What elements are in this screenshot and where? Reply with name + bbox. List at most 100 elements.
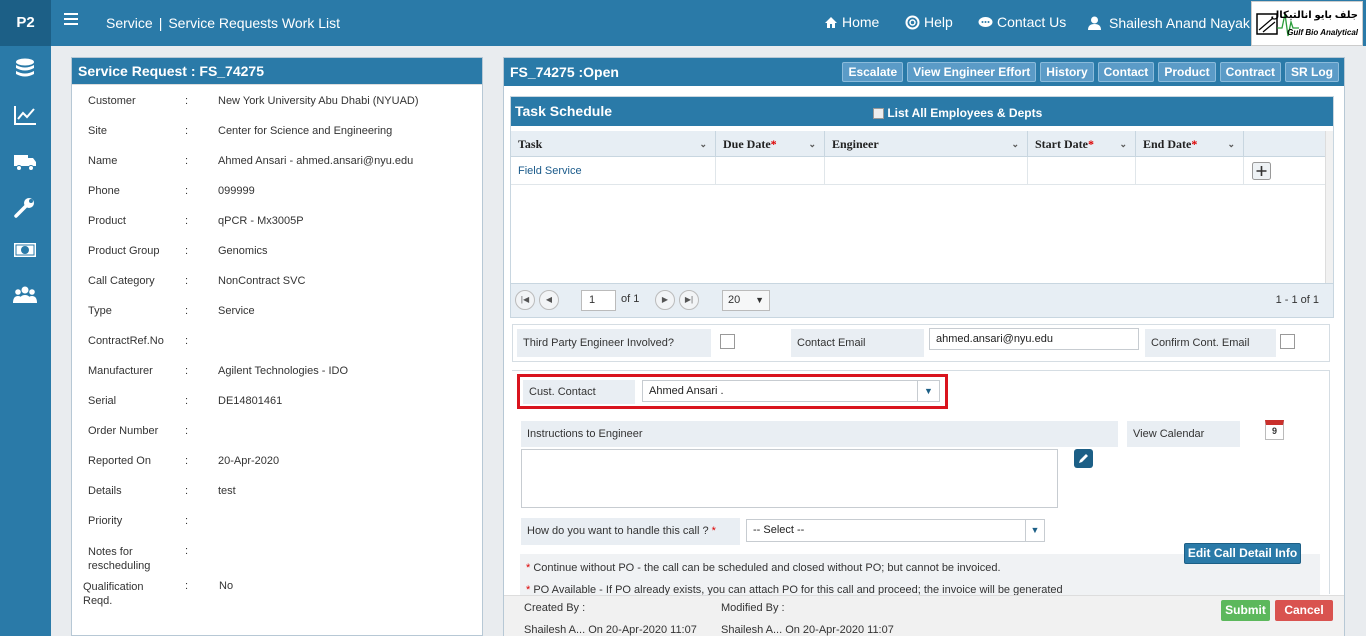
field-value: Genomics	[218, 245, 268, 257]
previous-page-icon[interactable]: ◀	[539, 290, 559, 310]
edit-instructions-button[interactable]	[1074, 449, 1093, 468]
list-all-checkbox[interactable]	[873, 108, 884, 120]
created-by-label: Created By :	[524, 602, 586, 614]
field-colon: :	[185, 275, 189, 287]
column-task[interactable]: Task ⌄	[511, 131, 716, 157]
page-size-select[interactable]: 20 ▼	[722, 290, 770, 311]
cancel-button[interactable]: Cancel	[1275, 600, 1333, 621]
engineer-cell[interactable]	[825, 157, 1028, 185]
instructions-textarea[interactable]	[521, 449, 1058, 508]
pencil-icon	[1079, 454, 1088, 463]
list-all-employees-toggle[interactable]: List All Employees & Depts	[873, 99, 1042, 127]
home-link[interactable]: Home	[824, 14, 879, 30]
contact-confirmation-row: Third Party Engineer Involved? Contact E…	[512, 324, 1330, 362]
contact-button[interactable]: Contact	[1097, 62, 1155, 82]
cust-contact-select[interactable]: Ahmed Ansari . ▼	[642, 380, 940, 402]
money-icon[interactable]	[13, 239, 37, 261]
chevron-down-icon[interactable]: ⌄	[808, 131, 816, 157]
field-value: Center for Science and Engineering	[218, 125, 393, 137]
company-logo: جلف بايو انالتيكال Gulf Bio Analytical	[1251, 1, 1363, 46]
page-number-input[interactable]: 1	[581, 290, 616, 311]
column-label: Start Date	[1035, 137, 1088, 151]
column-end-date[interactable]: End Date* ⌄	[1136, 131, 1244, 157]
line-chart-icon[interactable]	[13, 104, 37, 126]
cust-contact-label: Cust. Contact	[523, 380, 635, 404]
edit-call-detail-button[interactable]: Edit Call Detail Info	[1184, 543, 1301, 564]
field-label: Order Number	[88, 425, 159, 437]
service-request-panel: Service Request : FS_74275 Customer: New …	[71, 57, 483, 636]
third-party-checkbox[interactable]	[720, 334, 735, 349]
chevron-down-icon[interactable]: ⌄	[699, 131, 707, 157]
calendar-icon[interactable]: 9	[1265, 420, 1284, 440]
field-label: Serial	[88, 395, 117, 407]
users-group-icon[interactable]	[13, 284, 37, 306]
field-value: No	[219, 580, 234, 592]
end-date-cell[interactable]	[1136, 157, 1244, 185]
cust-contact-value: Ahmed Ansari .	[649, 385, 724, 397]
field-colon: :	[185, 95, 189, 107]
field-label: Site	[88, 125, 107, 137]
field-value: 20-Apr-2020	[218, 455, 280, 467]
handle-call-select[interactable]: -- Select -- ▼	[746, 519, 1045, 542]
product-button[interactable]: Product	[1158, 62, 1216, 82]
chevron-down-icon[interactable]: ⌄	[1119, 131, 1127, 157]
contact-us-link[interactable]: Contact Us	[978, 14, 1066, 30]
contract-button[interactable]: Contract	[1219, 62, 1281, 82]
required-mark: *	[1191, 137, 1198, 151]
chevron-down-icon[interactable]: ⌄	[1227, 131, 1235, 157]
confirm-email-checkbox[interactable]	[1280, 334, 1295, 349]
field-value: DE14801461	[218, 395, 283, 407]
breadcrumb-section[interactable]: Service	[106, 15, 153, 31]
action-buttons: Escalate View Engineer Effort History Co…	[842, 62, 1339, 82]
company-name-english: Gulf Bio Analytical	[1287, 28, 1358, 37]
field-label: Phone	[88, 185, 120, 197]
top-bar: P2 Service | Service Requests Work List Ho…	[0, 0, 1366, 46]
last-page-icon[interactable]: ▶|	[679, 290, 699, 310]
field-value: Service	[218, 305, 255, 317]
task-panel-header: FS_74275 :Open Escalate View Engineer Ef…	[504, 58, 1344, 86]
database-icon[interactable]	[13, 58, 37, 80]
field-value: 099999	[218, 185, 255, 197]
chevron-down-icon[interactable]: ⌄	[1011, 131, 1019, 157]
field-value: test	[218, 485, 236, 497]
note-text: Continue without PO - the call can be sc…	[533, 562, 1001, 574]
field-colon: :	[185, 185, 189, 197]
field-label: ContractRef.No	[88, 335, 164, 347]
table-row[interactable]: Field Service	[511, 157, 1325, 185]
app-logo[interactable]: P2	[0, 0, 51, 46]
field-value: NonContract SVC	[218, 275, 306, 287]
column-label: End Date	[1143, 137, 1192, 151]
chevron-down-icon[interactable]: ▼	[1025, 520, 1044, 541]
column-due-date[interactable]: Due Date* ⌄	[716, 131, 825, 157]
chevron-down-icon[interactable]: ▼	[917, 381, 939, 401]
task-schedule: Task Schedule List All Employees & Depts…	[510, 96, 1334, 318]
chat-bubble-icon	[978, 16, 993, 27]
column-engineer[interactable]: Engineer ⌄	[825, 131, 1028, 157]
grid-pager: |◀ ◀ 1 of 1 ▶ ▶| 20 ▼ 1 - 1 of 1	[511, 283, 1333, 317]
grid-scrollbar[interactable]	[1325, 131, 1333, 283]
instructions-label: Instructions to Engineer	[521, 421, 1118, 447]
user-menu[interactable]: Shailesh Anand Nayak	[1088, 15, 1250, 31]
task-cell[interactable]: Field Service	[511, 157, 716, 185]
escalate-button[interactable]: Escalate	[842, 62, 904, 82]
add-task-icon[interactable]	[1252, 162, 1271, 180]
next-page-icon[interactable]: ▶	[655, 290, 675, 310]
start-date-cell[interactable]	[1028, 157, 1136, 185]
sr-log-button[interactable]: SR Log	[1285, 62, 1339, 82]
first-page-icon[interactable]: |◀	[515, 290, 535, 310]
due-date-cell[interactable]	[716, 157, 825, 185]
field-label: Call Category	[88, 275, 155, 287]
help-link[interactable]: Help	[905, 14, 953, 30]
list-all-label: List All Employees & Depts	[887, 106, 1043, 120]
contact-email-input[interactable]: ahmed.ansari@nyu.edu	[929, 328, 1139, 350]
column-start-date[interactable]: Start Date* ⌄	[1028, 131, 1136, 157]
handle-call-label: How do you want to handle this call ? *	[521, 518, 740, 545]
wrench-icon[interactable]	[13, 196, 37, 218]
submit-button[interactable]: Submit	[1221, 600, 1270, 621]
menu-toggle-icon[interactable]	[64, 13, 78, 25]
truck-icon[interactable]	[13, 150, 37, 172]
view-engineer-effort-button[interactable]: View Engineer Effort	[907, 62, 1037, 82]
history-button[interactable]: History	[1040, 62, 1094, 82]
service-request-details: Customer: New York University Abu Dhabi (…	[72, 84, 482, 626]
required-mark: *	[526, 562, 531, 574]
